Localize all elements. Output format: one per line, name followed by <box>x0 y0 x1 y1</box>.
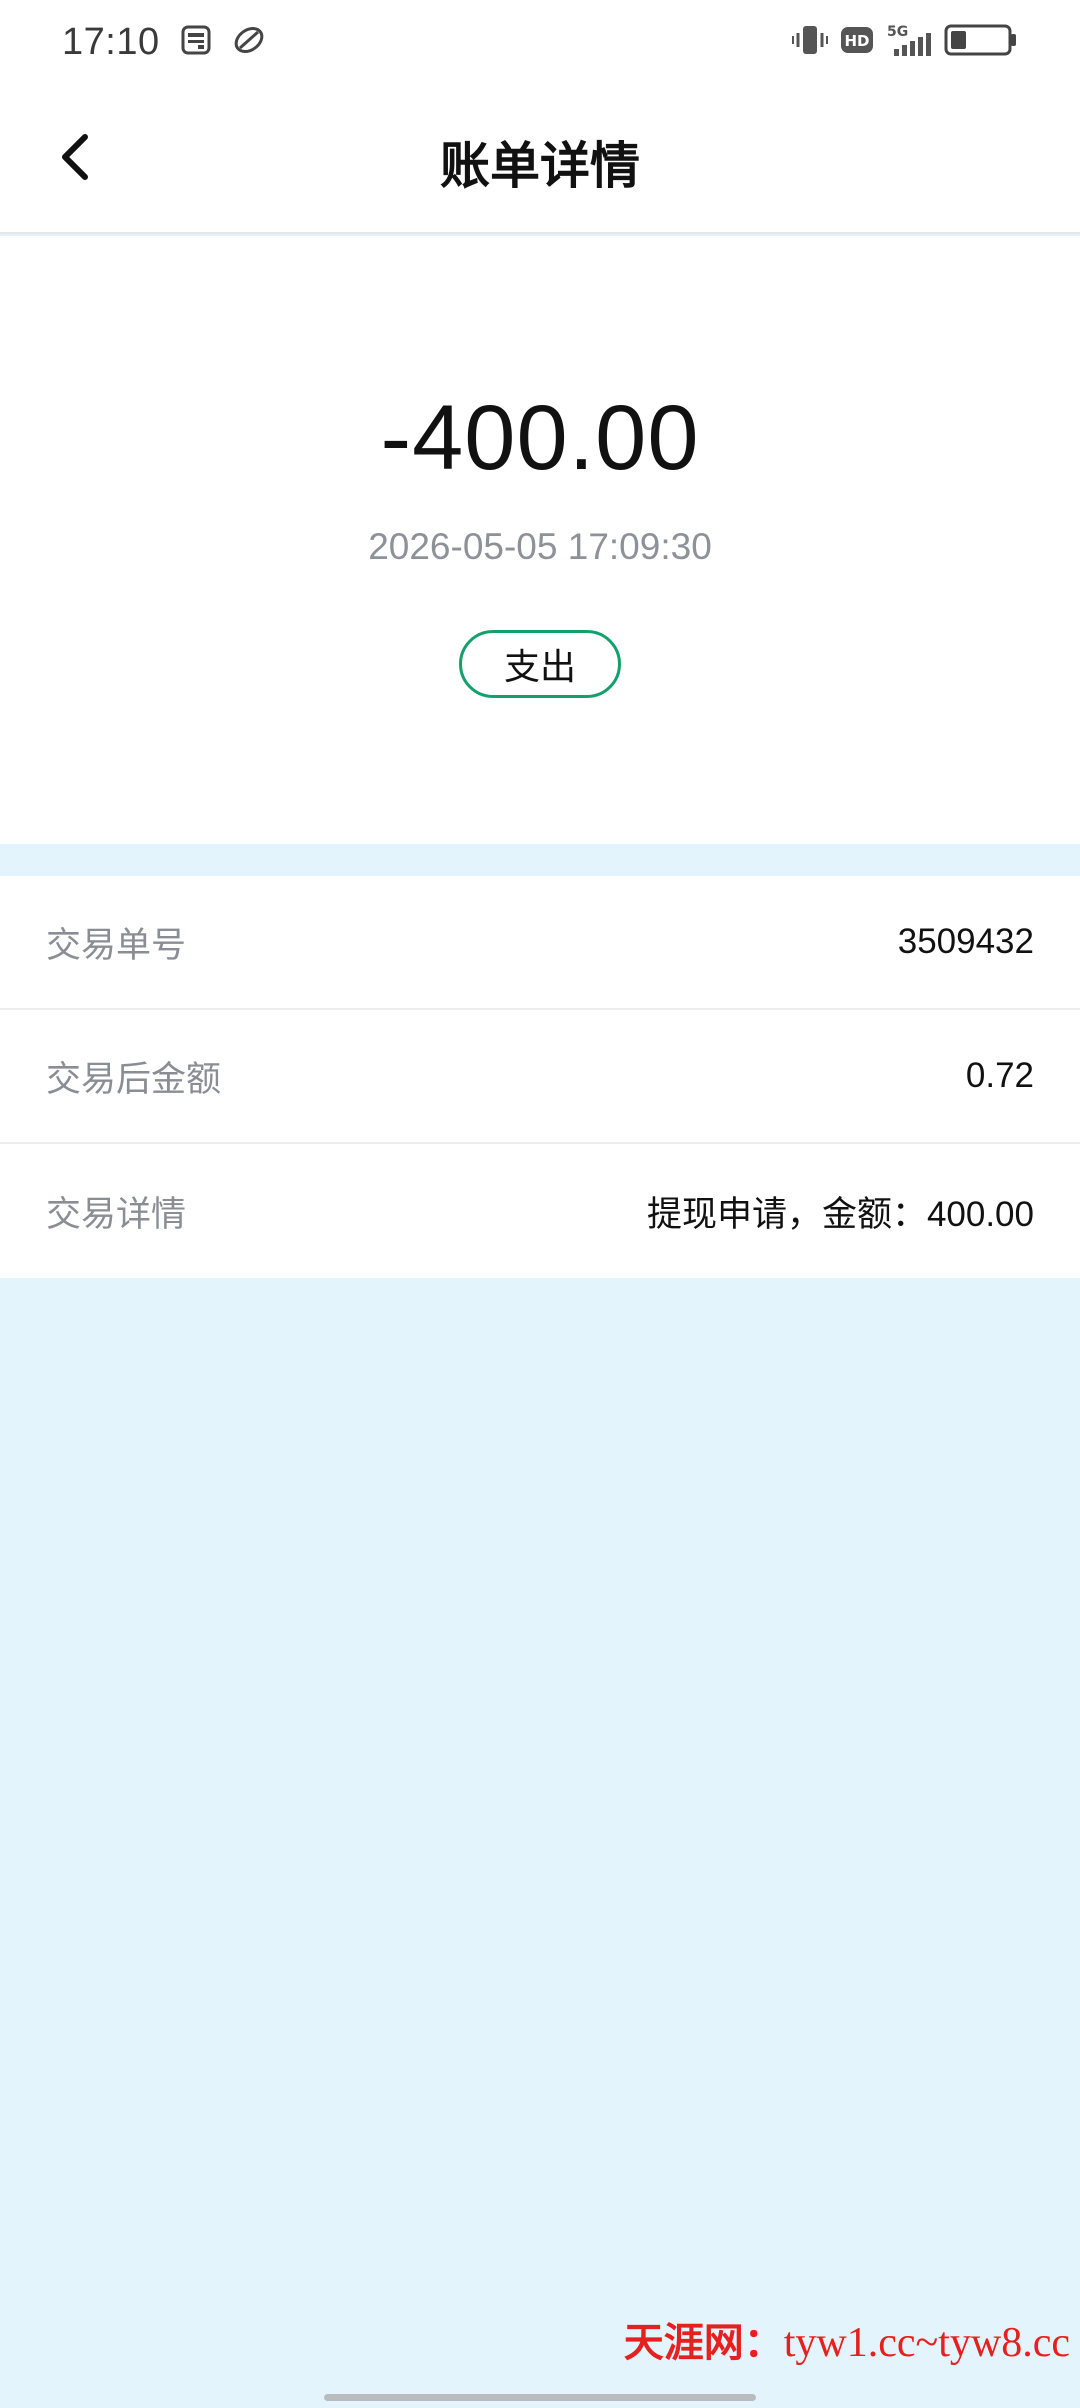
detail-value: 3509432 <box>897 922 1034 961</box>
watermark-url: tyw1.cc~tyw8.cc <box>783 2320 1070 2366</box>
app-header: 账单详情 <box>0 84 1080 234</box>
detail-value: 提现申请，金额：400.00 <box>646 1194 1034 1234</box>
detail-label: 交易详情 <box>46 1194 187 1234</box>
watermark: 天涯网： tyw1.cc~tyw8.cc <box>624 2310 1070 2368</box>
status-time: 17:10 <box>62 20 160 63</box>
detail-row-description: 交易详情 提现申请，金额：400.00 <box>0 1144 1080 1278</box>
detail-label: 交易后金额 <box>46 1059 222 1099</box>
transaction-details-list: 交易单号 3509432 交易后金额 0.72 交易详情 提现申请，金额：400… <box>0 876 1080 1278</box>
transaction-type-badge: 支出 <box>459 630 621 698</box>
vibrate-icon <box>792 23 828 62</box>
detail-value: 0.72 <box>965 1056 1034 1095</box>
leaf-app-icon <box>232 24 266 61</box>
hd-icon: HD <box>840 25 874 60</box>
svg-text:HD: HD <box>844 32 869 50</box>
signal-5g-icon: 5G <box>886 22 932 63</box>
transaction-amount: -400.00 <box>380 387 700 489</box>
svg-text:5G: 5G <box>887 24 908 40</box>
transaction-summary: -400.00 2026-05-05 17:09:30 支出 <box>0 236 1080 844</box>
detail-label: 交易单号 <box>46 925 187 965</box>
bill-detail-page: 17:10 HD 5G 账单详情 -400.00 2026-05-05 17:0… <box>0 0 1080 2408</box>
battery-icon <box>944 22 1018 63</box>
page-title: 账单详情 <box>440 138 640 194</box>
watermark-name: 天涯网： <box>623 2320 784 2365</box>
sim-card-icon <box>180 24 212 61</box>
detail-row-balance-after: 交易后金额 0.72 <box>0 1010 1080 1144</box>
home-indicator[interactable] <box>324 2394 756 2401</box>
detail-row-transaction-id: 交易单号 3509432 <box>0 876 1080 1010</box>
status-bar: 17:10 HD 5G <box>0 0 1080 84</box>
transaction-datetime: 2026-05-05 17:09:30 <box>368 526 712 567</box>
